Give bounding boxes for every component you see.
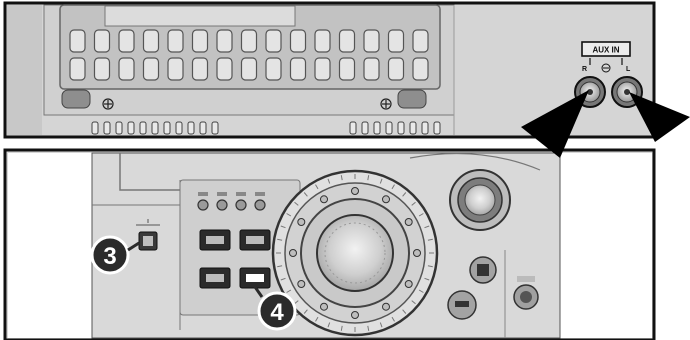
square-button-2[interactable] [239, 229, 271, 251]
small-round-button[interactable] [197, 192, 209, 211]
aux-in-label: AUX IN [592, 46, 619, 55]
grille-slot [118, 29, 135, 53]
grille-slot [69, 57, 86, 81]
grille-slot [338, 57, 356, 81]
dial-indicator [404, 280, 413, 288]
grille-slot [412, 29, 429, 53]
vent-slit [421, 121, 429, 135]
device-diagram-svg: AUX IN R L 3 4 [3, 1, 690, 340]
vent-slit [91, 121, 99, 135]
grille-slot [240, 29, 258, 53]
dial-indicator [351, 187, 359, 195]
vent-slit [385, 121, 393, 135]
vent-slit [349, 121, 357, 135]
callout-3-label: 3 [103, 243, 116, 270]
right-foot [397, 89, 427, 109]
dial-indicator [320, 302, 328, 311]
grille-slot [216, 29, 233, 53]
screw-left [102, 98, 114, 110]
vent-slit [115, 121, 123, 135]
grille-slot [191, 29, 209, 53]
grille-slot [167, 57, 184, 81]
grille-slot [338, 29, 356, 53]
grille-slot [363, 57, 380, 81]
grille-slot [167, 29, 184, 53]
vent-slit [151, 121, 159, 135]
grille-slot [314, 29, 331, 53]
vent-slit [127, 121, 135, 135]
grille-slot [314, 57, 331, 81]
main-dial[interactable] [271, 169, 439, 337]
grille-slot [240, 57, 258, 81]
grille-slot [412, 57, 429, 81]
dial-indicator [382, 302, 390, 311]
vent-slit [139, 121, 147, 135]
grille-slot [387, 57, 405, 81]
vent-slit [397, 121, 405, 135]
vent-slit [199, 121, 207, 135]
volume-knob[interactable] [449, 169, 511, 231]
aux-l-label: L [626, 66, 631, 73]
dial-indicator [413, 249, 421, 257]
left-foot [61, 89, 91, 109]
small-round-button[interactable] [216, 192, 228, 211]
right-round-button-2[interactable] [447, 290, 477, 320]
vent-slit [373, 121, 381, 135]
grille-slot [289, 57, 307, 81]
device-illustration: AUX IN R L 3 4 [0, 0, 690, 340]
top-left-shade [7, 5, 42, 135]
bottom-left-blank [8, 153, 92, 338]
grille-slot [265, 29, 282, 53]
small-round-button[interactable] [235, 192, 247, 211]
vent-slit [175, 121, 183, 135]
grille-slot [387, 29, 405, 53]
dial-indicator [404, 218, 413, 226]
vent-slit [361, 121, 369, 135]
square-button-4[interactable] [239, 267, 271, 289]
grille-slot [93, 57, 111, 81]
right-round-button-1[interactable] [469, 256, 497, 284]
grille-top-plate [104, 5, 296, 27]
grille-slot [265, 57, 282, 81]
dial-indicator [297, 218, 306, 226]
screw-right [380, 98, 392, 110]
grille-slot [142, 29, 160, 53]
vent-slit [433, 121, 441, 135]
grille-slot [191, 57, 209, 81]
square-button-3[interactable] [199, 267, 231, 289]
grille-slot [289, 29, 307, 53]
dial-indicator [320, 195, 328, 204]
dial-indicator [382, 195, 390, 204]
small-round-button[interactable] [254, 192, 266, 211]
grille-slot [363, 29, 380, 53]
grille-slot [93, 29, 111, 53]
grille-slot [118, 57, 135, 81]
vent-slit [163, 121, 171, 135]
aux-r-label: R [582, 66, 587, 73]
dial-indicator [289, 249, 297, 257]
dial-indicator [297, 280, 306, 288]
callout-4-label: 4 [270, 299, 284, 326]
vent-slit [409, 121, 417, 135]
bottom-right-blank [560, 153, 652, 338]
vent-slit [103, 121, 111, 135]
square-button-1[interactable] [199, 229, 231, 251]
grille-slot [69, 29, 86, 53]
vent-slit [187, 121, 195, 135]
vent-slit [211, 121, 219, 135]
grille-slot [142, 57, 160, 81]
phones-jack[interactable] [513, 276, 539, 310]
grille-slot [216, 57, 233, 81]
dial-indicator [351, 311, 359, 319]
